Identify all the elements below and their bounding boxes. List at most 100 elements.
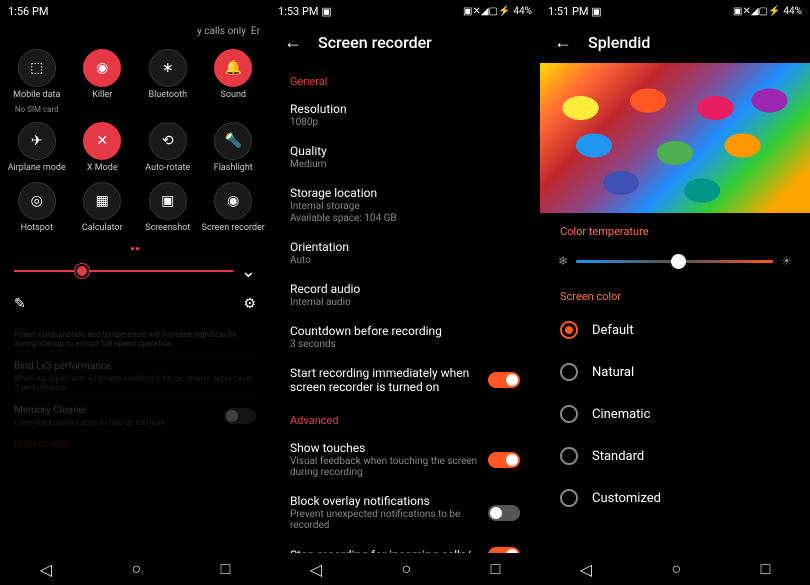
qs-label: Hotspot	[21, 224, 53, 234]
status-icons: ▣✕◢▢⚡44%	[463, 6, 532, 17]
radio-icon[interactable]	[560, 447, 578, 465]
screen-recorder-panel: 1:53 PM ▣ ▣✕◢▢⚡44% ← Screen recorder Gen…	[270, 0, 540, 585]
qs-label: Killer	[92, 91, 112, 101]
setting-audio[interactable]: Record audio Internal audio	[270, 274, 540, 316]
setting-touches[interactable]: Show touches Visual feedback when touchi…	[270, 433, 540, 486]
qs-tile-x-mode[interactable]: ✕ X Mode	[70, 122, 136, 174]
qs-tile-record[interactable]: ◉ Screen recorder	[201, 182, 267, 234]
qs-label: X Mode	[87, 164, 118, 174]
settings-gear-icon[interactable]: ⚙	[243, 296, 256, 312]
clock: 1:56 PM	[8, 5, 48, 18]
qs-label: Screenshot	[145, 224, 190, 234]
mobile-data-icon[interactable]: ⬚	[18, 49, 56, 87]
radio-label: Customized	[592, 491, 661, 506]
edit-icon[interactable]: ✎	[14, 296, 26, 312]
screenshot-icon[interactable]: ▣	[149, 182, 187, 220]
calculator-icon[interactable]: ▦	[83, 182, 121, 220]
qs-tile-rotate[interactable]: ⟲ Auto-rotate	[135, 122, 201, 174]
x-mode-icon[interactable]: ✕	[83, 122, 121, 160]
brightness-thumb[interactable]	[75, 264, 89, 278]
qs-tile-flashlight[interactable]: 🔦 Flashlight	[201, 122, 267, 174]
brightness-slider[interactable]	[14, 270, 233, 272]
setting-resolution[interactable]: Resolution 1080p	[270, 94, 540, 136]
radio-icon[interactable]	[560, 405, 578, 423]
rotate-icon[interactable]: ⟲	[149, 122, 187, 160]
qs-carrier-text: y calls only Er	[0, 22, 270, 41]
back-button[interactable]: ◁	[40, 560, 52, 579]
setting-countdown[interactable]: Countdown before recording 3 seconds	[270, 316, 540, 358]
setting-immediate[interactable]: Start recording immediately when screen …	[270, 358, 540, 402]
recents-button[interactable]: □	[491, 559, 501, 579]
bluetooth-icon[interactable]: ∗	[149, 49, 187, 87]
page-indicator: ●●	[0, 242, 270, 255]
page-title: Splendid	[588, 33, 650, 52]
qs-label: Airplane mode	[8, 164, 66, 174]
bell-icon[interactable]: 🔔	[214, 49, 252, 87]
memory-toggle[interactable]	[224, 408, 256, 424]
screen-color-label: Screen color	[540, 278, 810, 309]
color-option-natural[interactable]: Natural	[540, 351, 810, 393]
back-button[interactable]: ◁	[580, 560, 592, 579]
home-button[interactable]: ○	[131, 559, 141, 579]
qs-tile-screenshot[interactable]: ▣ Screenshot	[135, 182, 201, 234]
qs-tile-mobile-data[interactable]: ⬚ Mobile data No SIM card	[4, 49, 70, 114]
qs-tile-calculator[interactable]: ▦ Calculator	[70, 182, 136, 234]
setting-storage[interactable]: Storage location Internal storage Availa…	[270, 178, 540, 232]
expand-chevron-icon[interactable]: ⌄	[241, 261, 256, 282]
qs-tile-bell[interactable]: 🔔 Sound	[201, 49, 267, 114]
radio-icon[interactable]	[560, 321, 578, 339]
radio-icon[interactable]	[560, 363, 578, 381]
color-option-standard[interactable]: Standard	[540, 435, 810, 477]
qs-label: Bluetooth	[148, 91, 187, 101]
qs-tile-bluetooth[interactable]: ∗ Bluetooth	[135, 49, 201, 114]
clock: 1:53 PM ▣	[278, 5, 332, 18]
block-toggle[interactable]	[488, 505, 520, 521]
status-icons: ▣✕◢▢⚡44%	[733, 6, 802, 17]
airplane-icon[interactable]: ✈	[18, 122, 56, 160]
recents-button[interactable]: □	[221, 559, 231, 579]
qs-tile-airplane[interactable]: ✈ Airplane mode	[4, 122, 70, 174]
home-button[interactable]: ○	[671, 559, 681, 579]
wifi-icon[interactable]: ◉	[83, 49, 121, 87]
settings-header: ← Splendid	[540, 22, 810, 63]
navbar: ◁ ○ □	[270, 553, 540, 585]
temp-thumb[interactable]	[671, 254, 686, 269]
color-temp-label: Color temperature	[540, 213, 810, 244]
flashlight-icon[interactable]: 🔦	[214, 122, 252, 160]
qs-tile-hotspot[interactable]: ◎ Hotspot	[4, 182, 70, 234]
temp-slider-row: ❄ ☀	[540, 244, 810, 278]
background-content: Power consumption and temperature will i…	[0, 320, 270, 466]
home-button[interactable]: ○	[401, 559, 411, 579]
warm-icon: ☀	[781, 254, 792, 268]
page-title: Screen recorder	[318, 33, 432, 52]
touches-toggle[interactable]	[488, 452, 520, 468]
color-option-default[interactable]: Default	[540, 309, 810, 351]
back-button[interactable]: ◁	[310, 560, 322, 579]
hotspot-icon[interactable]: ◎	[18, 182, 56, 220]
setting-quality[interactable]: Quality Medium	[270, 136, 540, 178]
quick-settings-panel: 1:56 PM y calls only Er ⬚ Mobile data No…	[0, 0, 270, 585]
section-advanced: Advanced	[270, 402, 540, 433]
color-option-customized[interactable]: Customized	[540, 477, 810, 519]
qs-label: Auto-rotate	[145, 164, 190, 174]
section-general: General	[270, 63, 540, 94]
statusbar: 1:51 PM ▣ ▣✕◢▢⚡44%	[540, 0, 810, 22]
record-icon[interactable]: ◉	[214, 182, 252, 220]
color-temp-slider[interactable]	[576, 260, 773, 263]
qs-tile-wifi[interactable]: ◉ Killer	[70, 49, 136, 114]
radio-icon[interactable]	[560, 489, 578, 507]
setting-orientation[interactable]: Orientation Auto	[270, 232, 540, 274]
settings-header: ← Screen recorder	[270, 22, 540, 63]
back-arrow-icon[interactable]: ←	[284, 32, 302, 53]
qs-footer: ✎ ⚙	[0, 288, 270, 320]
qs-label: Calculator	[82, 224, 123, 234]
brightness-slider-row: ⌄	[0, 255, 270, 288]
recents-button[interactable]: □	[761, 559, 771, 579]
setting-block[interactable]: Block overlay notifications Prevent unex…	[270, 486, 540, 539]
immediate-toggle[interactable]	[488, 372, 520, 388]
navbar: ◁ ○ □	[540, 553, 810, 585]
color-preview-image	[540, 63, 810, 213]
color-options-list: Default Natural Cinematic Standard Custo…	[540, 309, 810, 519]
back-arrow-icon[interactable]: ←	[554, 32, 572, 53]
color-option-cinematic[interactable]: Cinematic	[540, 393, 810, 435]
